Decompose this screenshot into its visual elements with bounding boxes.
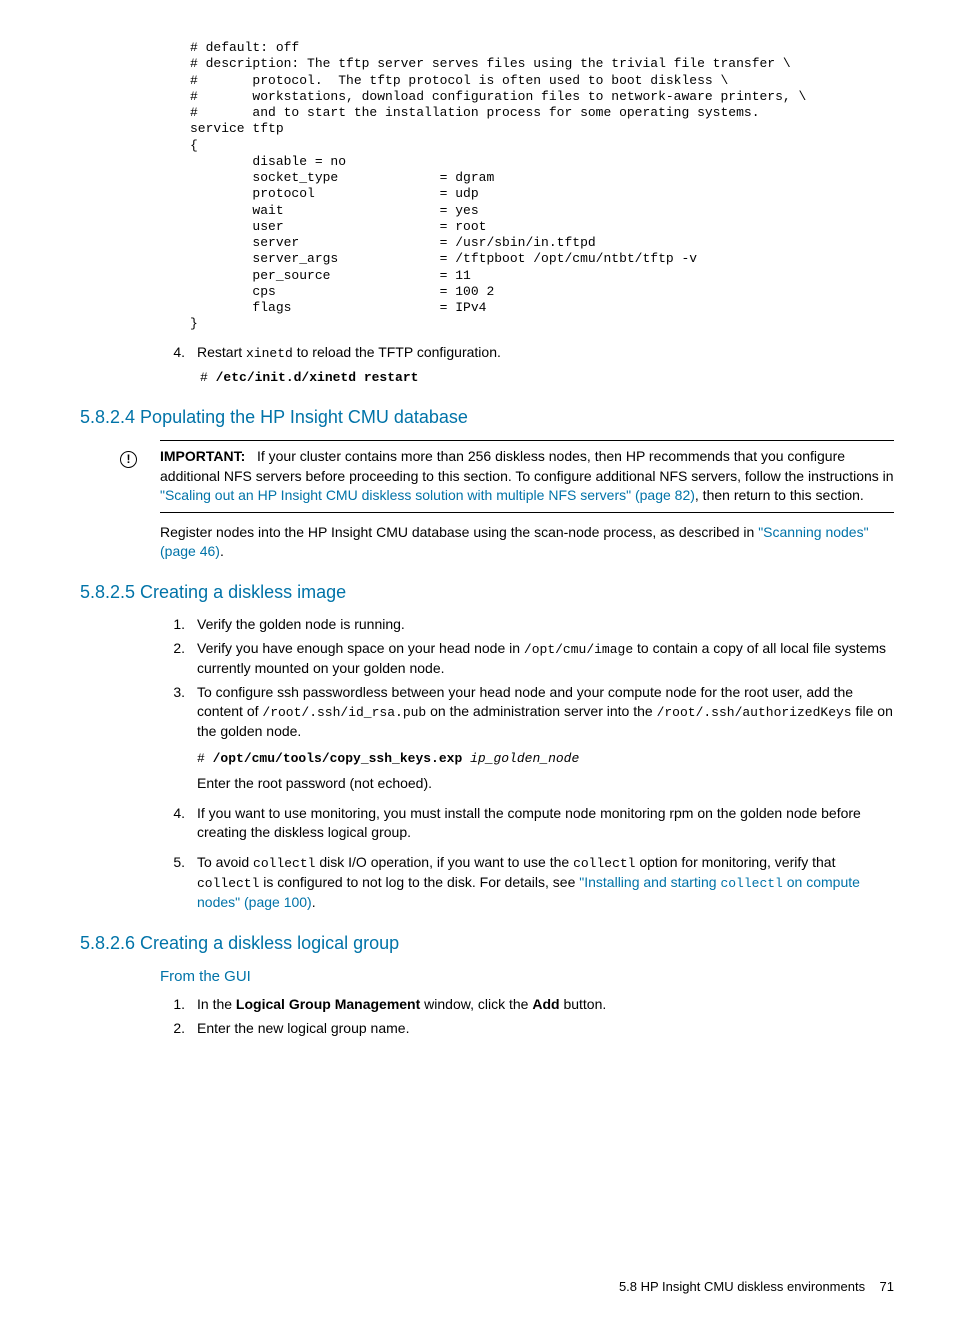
inline-code: collectl	[253, 856, 315, 871]
footer-text: 5.8 HP Insight CMU diskless environments	[619, 1279, 865, 1294]
page-footer: 5.8 HP Insight CMU diskless environments…	[60, 1278, 894, 1296]
step-body: To avoid collectl disk I/O operation, if…	[197, 853, 894, 913]
inline-code: xinetd	[246, 346, 293, 361]
inline-code: collectl	[197, 876, 259, 891]
step-number: 2.	[155, 1019, 185, 1039]
step-1: 1. Verify the golden node is running.	[60, 615, 894, 635]
ui-element: Add	[532, 996, 559, 1012]
text: To avoid	[197, 854, 253, 870]
step-4: 4. If you want to use monitoring, you mu…	[60, 804, 894, 843]
divider	[160, 440, 894, 441]
text: Enter the root password (not echoed).	[197, 774, 894, 794]
ui-element: Logical Group Management	[236, 996, 420, 1012]
important-icon: !	[120, 447, 160, 506]
prompt: #	[197, 751, 213, 766]
step-number: 2.	[155, 639, 185, 679]
text: .	[220, 543, 224, 559]
step-number: 4.	[155, 804, 185, 843]
step-number: 3.	[155, 683, 185, 794]
step-body: If you want to use monitoring, you must …	[197, 804, 894, 843]
section-heading-5826: 5.8.2.6 Creating a diskless logical grou…	[80, 931, 894, 956]
step-body: Restart xinetd to reload the TFTP config…	[197, 343, 894, 363]
link-nfs-servers[interactable]: "Scaling out an HP Insight CMU diskless …	[160, 487, 695, 503]
step-body: Verify the golden node is running.	[197, 615, 894, 635]
subsection-heading: From the GUI	[160, 966, 894, 987]
text: disk I/O operation, if you want to use t…	[315, 854, 573, 870]
step-number: 5.	[155, 853, 185, 913]
section-heading-5825: 5.8.2.5 Creating a diskless image	[80, 580, 894, 605]
paragraph: Register nodes into the HP Insight CMU d…	[160, 523, 894, 562]
tftp-config-code: # default: off # description: The tftp s…	[190, 40, 894, 333]
step-1: 1. In the Logical Group Management windo…	[60, 995, 894, 1015]
text: to reload the TFTP configuration.	[293, 344, 501, 360]
text: In the	[197, 996, 236, 1012]
inline-code: /root/.ssh/authorizedKeys	[657, 705, 852, 720]
text: Verify you have enough space on your hea…	[197, 640, 524, 656]
text: window, click the	[420, 996, 532, 1012]
important-body: IMPORTANT: If your cluster contains more…	[160, 447, 894, 506]
page-number: 71	[880, 1279, 894, 1294]
step-4: 4. Restart xinetd to reload the TFTP con…	[60, 343, 894, 363]
step-number: 1.	[155, 995, 185, 1015]
command-line: # /etc/init.d/xinetd restart	[200, 369, 894, 387]
text: .	[312, 894, 316, 910]
step-body: Verify you have enough space on your hea…	[197, 639, 894, 679]
command-arg: ip_golden_node	[470, 751, 579, 766]
important-note: ! IMPORTANT: If your cluster contains mo…	[120, 447, 894, 506]
command: /etc/init.d/xinetd restart	[216, 370, 419, 385]
step-body: In the Logical Group Management window, …	[197, 995, 894, 1015]
step-body: Enter the new logical group name.	[197, 1019, 894, 1039]
text: is configured to not log to the disk. Fo…	[259, 874, 579, 890]
step-number: 1.	[155, 615, 185, 635]
text: Register nodes into the HP Insight CMU d…	[160, 524, 758, 540]
inline-code: collectl	[720, 876, 782, 891]
divider	[160, 512, 894, 513]
inline-code: /root/.ssh/id_rsa.pub	[262, 705, 426, 720]
step-3: 3. To configure ssh passwordless between…	[60, 683, 894, 794]
prompt: #	[200, 370, 216, 385]
important-label: IMPORTANT:	[160, 448, 245, 464]
inline-code: /opt/cmu/image	[524, 642, 633, 657]
link-text: "Installing and starting	[579, 874, 720, 890]
text: , then return to this section.	[695, 487, 864, 503]
step-body: To configure ssh passwordless between yo…	[197, 683, 894, 794]
text: option for monitoring, verify that	[635, 854, 835, 870]
step-2: 2. Enter the new logical group name.	[60, 1019, 894, 1039]
command: /opt/cmu/tools/copy_ssh_keys.exp	[213, 751, 470, 766]
step-5: 5. To avoid collectl disk I/O operation,…	[60, 853, 894, 913]
step-2: 2. Verify you have enough space on your …	[60, 639, 894, 679]
text: button.	[560, 996, 607, 1012]
text: on the administration server into the	[426, 703, 656, 719]
text: If your cluster contains more than 256 d…	[160, 448, 894, 484]
text: Restart	[197, 344, 246, 360]
command-line: # /opt/cmu/tools/copy_ssh_keys.exp ip_go…	[197, 750, 894, 768]
step-number: 4.	[155, 343, 185, 363]
section-heading-5824: 5.8.2.4 Populating the HP Insight CMU da…	[80, 405, 894, 430]
inline-code: collectl	[573, 856, 635, 871]
